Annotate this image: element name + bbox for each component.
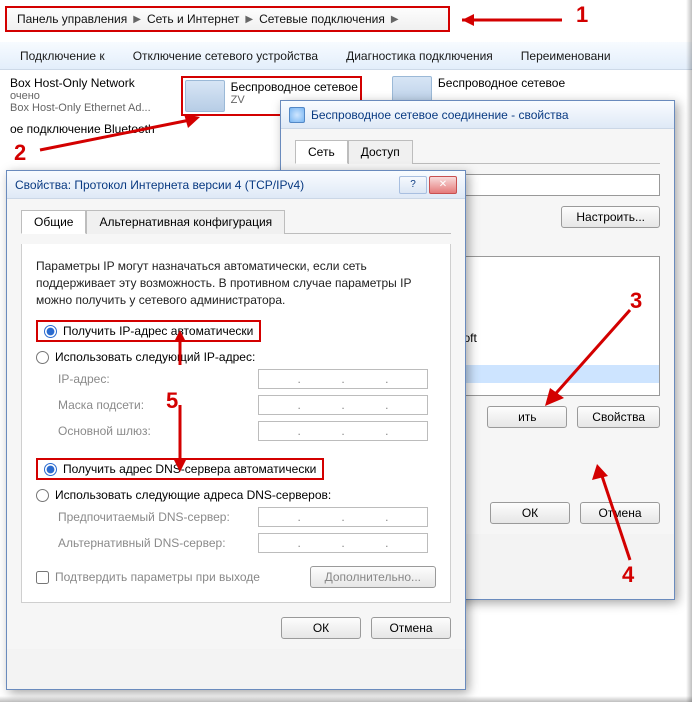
- cancel-button[interactable]: Отмена: [580, 502, 660, 524]
- titlebar[interactable]: Беспроводное сетевое соединение - свойст…: [281, 101, 674, 129]
- breadcrumb-item-network-internet[interactable]: Сеть и Интернет: [143, 12, 243, 26]
- radio-auto-dns-label: Получить адрес DNS-сервера автоматически: [63, 462, 316, 476]
- label-dns2: Альтернативный DNS-сервер:: [58, 536, 248, 550]
- input-mask: ...: [258, 395, 428, 415]
- field-dns-preferred: Предпочитаемый DNS-сервер: ...: [36, 504, 436, 530]
- label-ip: IP-адрес:: [58, 372, 248, 386]
- properties-button[interactable]: Свойства: [577, 406, 660, 428]
- input-dns1: ...: [258, 507, 428, 527]
- field-ip-address: IP-адрес: ...: [36, 366, 436, 392]
- chevron-right-icon: ▶: [131, 14, 143, 25]
- input-dns2: ...: [258, 533, 428, 553]
- field-gateway: Основной шлюз: ...: [36, 418, 436, 444]
- input-gateway: ...: [258, 421, 428, 441]
- install-button[interactable]: ить: [487, 406, 567, 428]
- tab-access[interactable]: Доступ: [348, 140, 413, 164]
- cancel-button[interactable]: Отмена: [371, 617, 451, 639]
- chevron-right-icon: ▶: [243, 14, 255, 25]
- field-dns-alternate: Альтернативный DNS-сервер: ...: [36, 530, 436, 556]
- radio-manual-ip[interactable]: Использовать следующий IP-адрес:: [36, 348, 436, 366]
- label-dns1: Предпочитаемый DNS-сервер:: [58, 510, 248, 524]
- toolbar-item-connect-to[interactable]: Подключение к: [20, 49, 105, 63]
- window-ipv4-properties: Свойства: Протокол Интернета версии 4 (T…: [6, 170, 466, 690]
- radio-manual-ip-label: Использовать следующий IP-адрес:: [55, 350, 255, 364]
- chevron-right-icon: ▶: [389, 14, 401, 25]
- window-title: Свойства: Протокол Интернета версии 4 (T…: [15, 178, 304, 192]
- radio-auto-ip-input[interactable]: [44, 325, 57, 338]
- radio-auto-ip[interactable]: Получить IP-адрес автоматически: [36, 320, 261, 342]
- radio-auto-dns[interactable]: Получить адрес DNS-сервера автоматически: [36, 458, 324, 480]
- toolbar-item-disable-device[interactable]: Отключение сетевого устройства: [133, 49, 318, 63]
- breadcrumb-item-network-connections[interactable]: Сетевые подключения: [255, 12, 389, 26]
- connection-item-hostonly[interactable]: Box Host-Only Network очено Box Host-Onl…: [10, 76, 151, 116]
- help-button[interactable]: ?: [399, 176, 427, 194]
- titlebar[interactable]: Свойства: Протокол Интернета версии 4 (T…: [7, 171, 465, 199]
- checkbox-validate[interactable]: Подтвердить параметры при выходе Дополни…: [36, 566, 436, 588]
- connection-adapter: Box Host-Only Ethernet Ad...: [10, 102, 151, 114]
- advanced-button[interactable]: Дополнительно...: [310, 566, 436, 588]
- toolbar-item-rename[interactable]: Переименовани: [521, 49, 611, 63]
- radio-manual-ip-input[interactable]: [36, 351, 49, 364]
- ok-button[interactable]: ОК: [281, 617, 361, 639]
- annotation-2: 2: [14, 140, 26, 166]
- radio-manual-dns-label: Использовать следующие адреса DNS-сервер…: [55, 488, 331, 502]
- radio-manual-dns-input[interactable]: [36, 489, 49, 502]
- tab-general[interactable]: Общие: [21, 210, 86, 234]
- connection-name: Беспроводное сетевое: [438, 76, 565, 90]
- configure-button[interactable]: Настроить...: [561, 206, 660, 228]
- checkbox-validate-input[interactable]: [36, 571, 49, 584]
- label-gateway: Основной шлюз:: [58, 424, 248, 438]
- connection-name: Box Host-Only Network: [10, 76, 151, 90]
- breadcrumb-bar[interactable]: Панель управления ▶ Сеть и Интернет ▶ Се…: [5, 6, 450, 32]
- radio-auto-dns-input[interactable]: [44, 463, 57, 476]
- tab-alternative-config[interactable]: Альтернативная конфигурация: [86, 210, 285, 234]
- tabstrip: Сеть Доступ: [295, 139, 660, 164]
- window-icon: [289, 107, 305, 123]
- close-button[interactable]: ✕: [429, 176, 457, 194]
- ok-button[interactable]: ОК: [490, 502, 570, 524]
- checkbox-validate-label: Подтвердить параметры при выходе: [55, 570, 260, 584]
- label-mask: Маска подсети:: [58, 398, 248, 412]
- network-monitor-icon: [185, 80, 225, 112]
- toolbar-item-diagnose[interactable]: Диагностика подключения: [346, 49, 493, 63]
- radio-manual-dns[interactable]: Использовать следующие адреса DNS-сервер…: [36, 486, 436, 504]
- breadcrumb-item-control-panel[interactable]: Панель управления: [13, 12, 131, 26]
- info-paragraph: Параметры IP могут назначаться автоматич…: [36, 258, 436, 308]
- annotation-1: 1: [576, 2, 588, 28]
- command-toolbar: Подключение к Отключение сетевого устрой…: [0, 42, 692, 70]
- input-ip: ...: [258, 369, 428, 389]
- tabstrip: Общие Альтернативная конфигурация: [21, 209, 451, 234]
- tab-network[interactable]: Сеть: [295, 140, 348, 164]
- connection-name: Беспроводное сетевое: [231, 80, 358, 94]
- window-title: Беспроводное сетевое соединение - свойст…: [311, 108, 569, 122]
- field-subnet-mask: Маска подсети: ...: [36, 392, 436, 418]
- radio-auto-ip-label: Получить IP-адрес автоматически: [63, 324, 253, 338]
- connection-status: очено: [10, 90, 151, 102]
